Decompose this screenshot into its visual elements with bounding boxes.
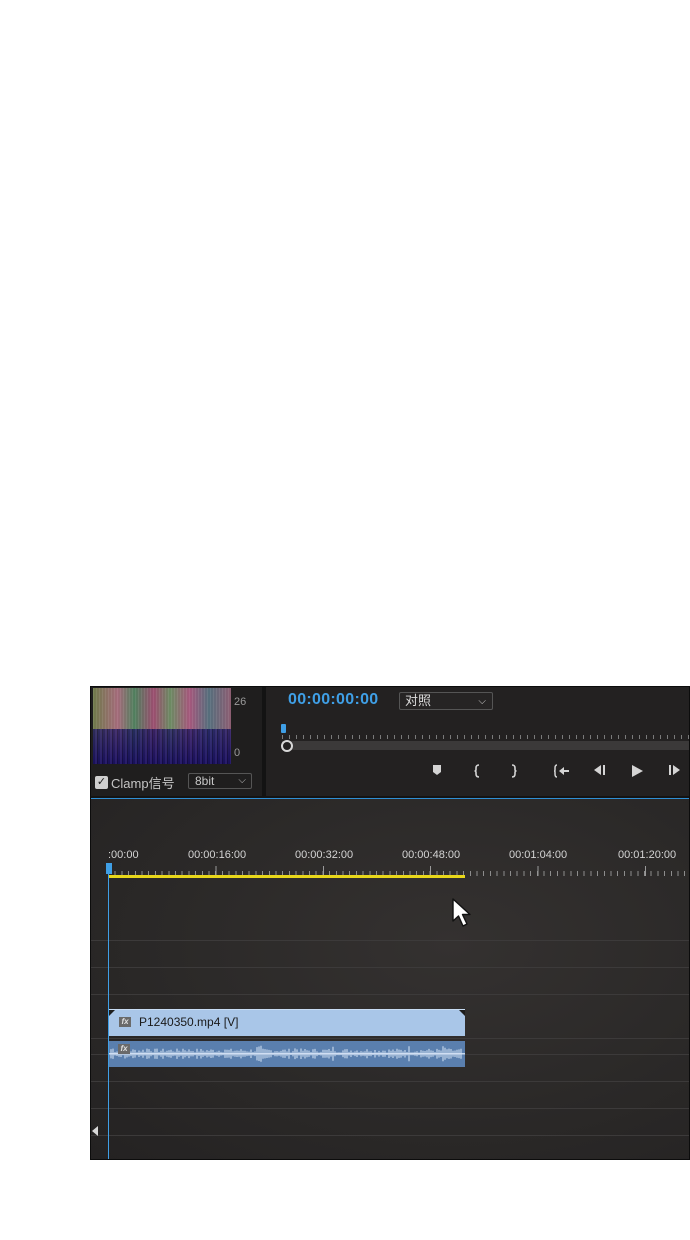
rgb-parade-scope (93, 688, 231, 764)
marker-icon (433, 765, 441, 775)
scope-scale-bottom: 0 (234, 747, 241, 759)
clamp-label: Clamp信号 (111, 775, 175, 791)
ruler-time-label: 00:00:48:00 (402, 849, 461, 861)
fx-badge-icon: fx (119, 1017, 131, 1027)
scroll-left-arrow-icon[interactable] (92, 1126, 98, 1136)
work-area-bar[interactable] (108, 875, 465, 878)
fx-badge-icon: fx (118, 1044, 130, 1054)
bit-depth-value: 8bit (195, 774, 215, 788)
chevron-down-icon: ⌵ (238, 775, 246, 786)
mark-in-icon (474, 764, 480, 778)
track-divider (91, 1108, 689, 1109)
timeline-playhead-handle[interactable] (106, 863, 112, 874)
step-back-icon (594, 765, 605, 775)
program-monitor: 00:00:00:00 对照 ⌵ (266, 687, 689, 796)
clamp-signal-row[interactable]: ✓ Clamp信号 (95, 773, 175, 791)
step-forward-button[interactable] (666, 764, 684, 780)
video-clip-name: P1240350.mp4 [V] (139, 1015, 239, 1029)
video-clip[interactable]: fx P1240350.mp4 [V] (109, 1009, 465, 1036)
step-back-button[interactable] (590, 764, 608, 780)
audio-clip[interactable]: fx (109, 1041, 465, 1067)
playhead-timecode[interactable]: 00:00:00:00 (288, 691, 378, 709)
bit-depth-select[interactable]: 8bit ⌵ (188, 773, 252, 789)
track-divider (91, 1135, 689, 1136)
ruler-time-label: 00:01:04:00 (509, 849, 568, 861)
premiere-screenshot: 26 0 ✓ Clamp信号 8bit ⌵ 00:00:00:00 对照 ⌵:… (90, 686, 690, 1160)
go-to-in-button[interactable] (553, 764, 571, 780)
play-button[interactable] (628, 764, 646, 780)
ruler-time-label: 00:01:20:00 (618, 849, 677, 861)
mouse-cursor-icon (452, 898, 471, 927)
compare-view-select[interactable]: 对照 ⌵ (399, 692, 493, 710)
go-to-in-icon (553, 764, 569, 778)
compare-view-value: 对照 (405, 693, 432, 708)
ruler-time-label: 00:00:32:00 (295, 849, 354, 861)
chevron-down-icon: ⌵ (478, 696, 486, 707)
lumetri-scope-panel: 26 0 ✓ Clamp信号 8bit ⌵ (91, 687, 262, 796)
ruler-time-label: 00:00:16:00 (188, 849, 247, 861)
mark-out-icon (511, 764, 517, 778)
zoom-scroll-bar[interactable] (282, 741, 689, 750)
monitor-playhead[interactable] (281, 724, 286, 733)
monitor-time-ruler[interactable] (282, 727, 689, 739)
track-divider (91, 994, 689, 995)
clip-start-marker (109, 1010, 115, 1016)
zoom-scroll-handle[interactable] (281, 740, 293, 752)
add-marker-button[interactable] (428, 764, 446, 780)
timeline-panel: :00:00 00:00:16:00 00:00:32:00 00:00:48:… (91, 799, 689, 1159)
step-forward-icon (669, 765, 680, 775)
mark-out-button[interactable] (504, 764, 522, 780)
scope-scale-top: 26 (234, 696, 247, 708)
clamp-checkbox[interactable]: ✓ (95, 775, 108, 789)
track-divider (91, 940, 689, 941)
timeline-playhead-line[interactable] (108, 869, 109, 1159)
track-divider (91, 1038, 689, 1039)
mark-in-button[interactable] (469, 764, 487, 780)
clip-end-marker (459, 1010, 465, 1016)
track-divider (91, 967, 689, 968)
track-divider (91, 1081, 689, 1082)
play-icon (632, 765, 643, 777)
ruler-time-label: :00:00 (108, 849, 139, 861)
audio-waveform (109, 1045, 465, 1062)
